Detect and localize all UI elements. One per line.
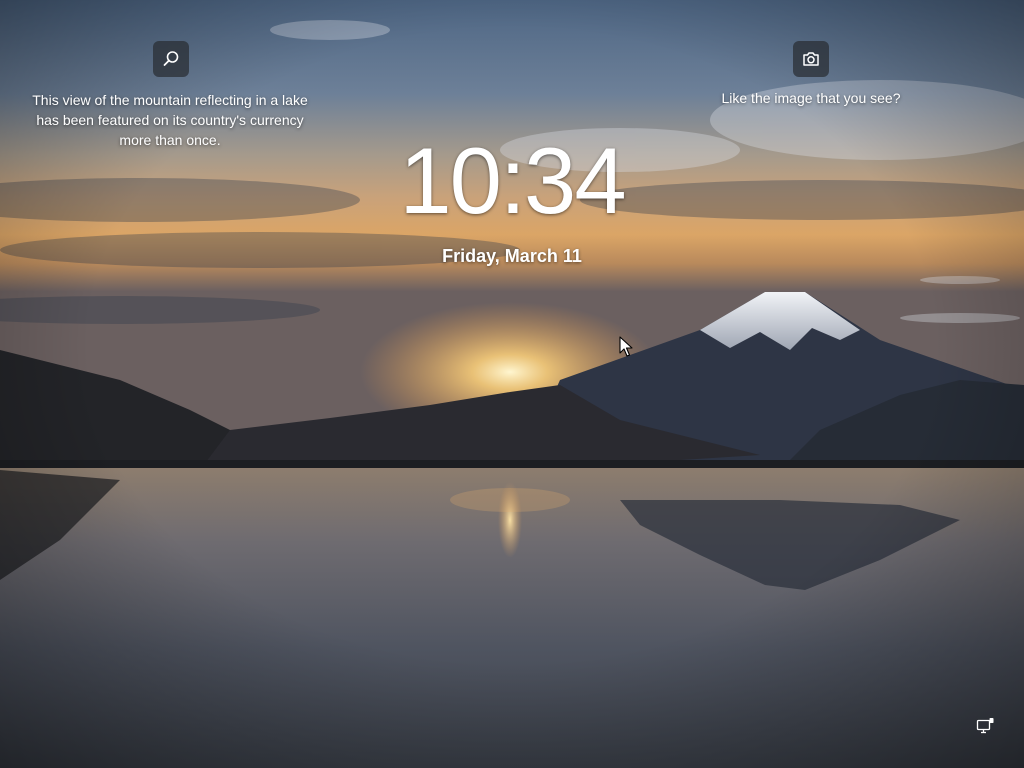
lock-screen-time: 10:34: [399, 128, 626, 233]
camera-icon: [803, 52, 819, 66]
lock-screen-date: Friday, March 11: [442, 246, 582, 266]
network-monitor-icon[interactable]: [975, 716, 995, 736]
like-image-prompt[interactable]: Like the image that you see?: [700, 90, 922, 106]
mouse-cursor-icon: [619, 336, 633, 357]
search-button[interactable]: [153, 41, 189, 77]
spotlight-fact-text[interactable]: This view of the mountain reflecting in …: [30, 90, 310, 150]
search-icon: [163, 51, 179, 66]
camera-button[interactable]: [793, 41, 829, 77]
